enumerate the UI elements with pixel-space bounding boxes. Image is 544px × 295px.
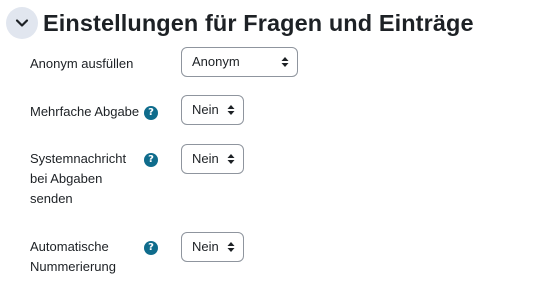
select-arrows-icon [227, 154, 235, 164]
label-line: Systemnachricht [30, 151, 127, 166]
question-help-icon[interactable]: ? [144, 106, 158, 120]
select-arrows-icon [281, 57, 289, 67]
label-line: bei Abgaben [30, 171, 103, 186]
section-title: Einstellungen für Fragen und Einträge [43, 9, 474, 36]
select-value: Nein [192, 239, 219, 254]
label-line: senden [30, 191, 73, 206]
label-line: Automatische [30, 239, 109, 254]
section-header: Einstellungen für Fragen und Einträge [6, 6, 474, 40]
select-value: Nein [192, 151, 219, 166]
field-label-mehrfache-abgabe: Mehrfache Abgabe [30, 104, 140, 119]
systemnachricht-select[interactable]: Nein [181, 144, 244, 174]
anonym-select[interactable]: Anonym [181, 47, 298, 77]
select-arrows-icon [227, 242, 235, 252]
select-arrows-icon [227, 105, 235, 115]
select-value: Anonym [192, 54, 240, 69]
mehrfache-abgabe-select[interactable]: Nein [181, 95, 244, 125]
collapse-toggle-button[interactable] [6, 7, 38, 39]
question-help-icon[interactable]: ? [144, 241, 158, 255]
field-label-anonym: Anonym ausfüllen [30, 56, 134, 71]
field-label-systemnachricht: Systemnachricht bei Abgaben senden [30, 149, 126, 209]
field-label-nummerierung: Automatische Nummerierung [30, 237, 116, 277]
label-line: Nummerierung [30, 259, 116, 274]
select-value: Nein [192, 102, 219, 117]
nummerierung-select[interactable]: Nein [181, 232, 244, 262]
chevron-down-icon [15, 19, 29, 27]
question-help-icon[interactable]: ? [144, 153, 158, 167]
